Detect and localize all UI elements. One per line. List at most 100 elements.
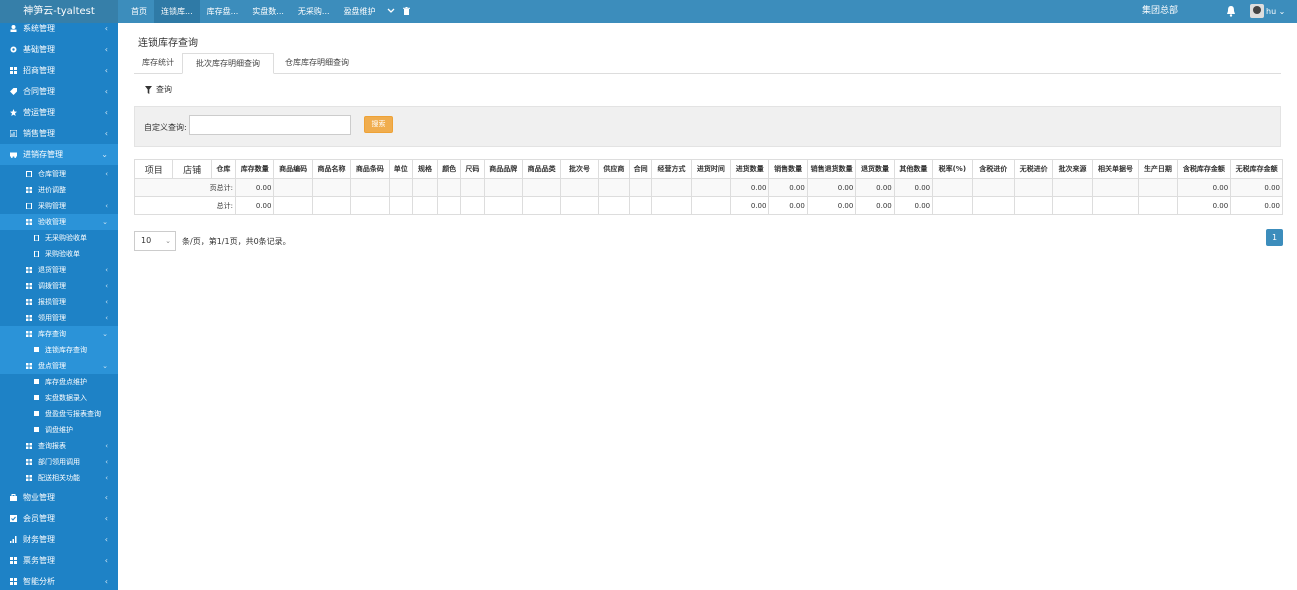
col-notax-stock-amt[interactable]: 无税库存金额	[1230, 159, 1283, 179]
top-tab-stock-count[interactable]: 库存盘...	[200, 0, 246, 23]
query-toggle[interactable]: 查询	[145, 84, 172, 95]
col-tax-price[interactable]: 含税进价	[971, 159, 1015, 179]
sidebar-leaf-surplus-report[interactable]: 盘盈盘亏报表查询	[0, 406, 118, 422]
sidebar-leaf-no-purchase-receipt[interactable]: 无采购验收单	[0, 230, 118, 246]
col-sku-code[interactable]: 商品编码	[273, 159, 313, 179]
chevron-down-icon[interactable]	[383, 7, 399, 16]
col-sale-return-qty[interactable]: 销售退货数量	[806, 159, 857, 179]
tab-warehouse-detail[interactable]: 仓库库存明细查询	[274, 53, 360, 74]
car-icon	[10, 151, 17, 158]
sidebar-item-contract[interactable]: 合同管理 ‹	[0, 81, 118, 102]
sidebar-sub-price-adjust[interactable]: 进价调整	[0, 182, 118, 198]
sidebar-leaf-actual-entry[interactable]: 实盘数据录入	[0, 390, 118, 406]
sidebar-item-sales[interactable]: 销售管理 ‹	[0, 123, 118, 144]
col-other-qty[interactable]: 其他数量	[893, 159, 934, 179]
col-prod-date[interactable]: 生产日期	[1138, 159, 1178, 179]
sidebar-item-basic[interactable]: 基础管理 ‹	[0, 39, 118, 60]
sidebar-sub-stocktake[interactable]: 盘点管理 ⌄	[0, 358, 118, 374]
chevron-left-icon: ‹	[105, 298, 108, 306]
cell-empty	[521, 178, 562, 197]
col-brand[interactable]: 商品品牌	[483, 159, 523, 179]
col-color[interactable]: 颜色	[437, 159, 462, 179]
col-tax-stock-amt[interactable]: 含税库存金额	[1176, 159, 1232, 179]
sidebar-sub-warehouse[interactable]: 仓库管理 ‹	[0, 166, 118, 182]
col-purchase-time[interactable]: 进货时间	[690, 159, 732, 179]
sidebar-leaf-label: 实盘数据录入	[45, 394, 87, 402]
custom-query-input[interactable]	[189, 115, 351, 135]
org-label[interactable]: 集团总部	[1142, 0, 1178, 23]
user-avatar[interactable]	[1250, 4, 1264, 18]
sidebar-sub-stock-query[interactable]: 库存查询 ⌄	[0, 326, 118, 342]
col-batch-no[interactable]: 批次号	[560, 159, 599, 179]
page-number-button[interactable]: 1	[1266, 229, 1283, 246]
col-sku-name[interactable]: 商品名称	[311, 159, 352, 179]
col-size[interactable]: 尺码	[460, 159, 485, 179]
cell-empty	[651, 196, 692, 215]
cell-purchase-qty: 0.00	[730, 196, 770, 215]
sidebar-item-analysis[interactable]: 智能分析 ‹	[0, 571, 118, 590]
sidebar-item-inventory[interactable]: 进销存管理 ⌄	[0, 144, 118, 165]
sidebar-sub-reports[interactable]: 查询报表 ‹	[0, 438, 118, 454]
sidebar-leaf-stocktake-maint[interactable]: 库存盘点维护	[0, 374, 118, 390]
sidebar-item-ticket[interactable]: 票务管理 ‹	[0, 550, 118, 571]
cell-empty	[1052, 178, 1093, 197]
col-stock-qty[interactable]: 库存数量	[235, 159, 275, 179]
col-batch-source[interactable]: 批次来源	[1052, 159, 1093, 179]
cell-empty	[1052, 196, 1093, 215]
trash-icon[interactable]	[399, 6, 414, 17]
sidebar-sub-acceptance[interactable]: 验收管理 ⌄	[0, 214, 118, 230]
col-supplier[interactable]: 供应商	[597, 159, 631, 179]
app-logo[interactable]: 神笋云-tyaltest	[0, 0, 118, 23]
page-size-select[interactable]: 10 ⌄	[134, 231, 176, 251]
col-return-qty[interactable]: 退货数量	[855, 159, 895, 179]
top-tab-chain-stock[interactable]: 连锁库...	[154, 0, 200, 23]
grid-icon	[26, 363, 32, 369]
search-button[interactable]: 搜索	[364, 116, 393, 133]
cell-return-qty: 0.00	[855, 196, 895, 215]
top-tab-no-purchase[interactable]: 无采购...	[291, 0, 337, 23]
col-tax-rate[interactable]: 税率(%)	[932, 159, 973, 179]
app-root: 神笋云-tyaltest 首页 连锁库... 库存盘... 实盘数... 无采购…	[0, 0, 1297, 590]
sidebar-sub-label: 领用管理	[38, 314, 66, 322]
sidebar-item-operation[interactable]: 营运管理 ‹	[0, 102, 118, 123]
col-category[interactable]: 商品品类	[521, 159, 562, 179]
sidebar-item-system[interactable]: 系统管理 ‹	[0, 23, 118, 39]
col-spec[interactable]: 规格	[411, 159, 439, 179]
top-tab-surplus[interactable]: 盈盘维护	[337, 0, 383, 23]
sidebar-leaf-chain-stock-query[interactable]: 连锁库存查询	[0, 342, 118, 358]
col-item[interactable]: 项目	[133, 159, 174, 179]
col-purchase-qty[interactable]: 进货数量	[730, 159, 770, 179]
col-notax-price[interactable]: 无税进价	[1013, 159, 1054, 179]
col-sale-qty[interactable]: 销售数量	[768, 159, 808, 179]
chevron-left-icon: ‹	[104, 87, 108, 96]
sidebar-leaf-purchase-receipt[interactable]: 采购验收单	[0, 246, 118, 262]
top-tab-home[interactable]: 首页	[124, 0, 154, 23]
sidebar-item-investment[interactable]: 招商管理 ‹	[0, 60, 118, 81]
bell-icon[interactable]	[1226, 5, 1236, 17]
col-warehouse[interactable]: 仓库	[210, 159, 237, 179]
tab-stock-stats[interactable]: 库存统计	[134, 53, 182, 74]
sidebar-item-finance[interactable]: 财务管理 ‹	[0, 529, 118, 550]
sidebar-leaf-adjust-maint[interactable]: 调盘维护	[0, 422, 118, 438]
sidebar-item-member[interactable]: 会员管理 ‹	[0, 508, 118, 529]
top-tab-actual-count[interactable]: 实盘数...	[245, 0, 291, 23]
col-contract[interactable]: 合同	[629, 159, 653, 179]
sidebar-sub-dept-requisition[interactable]: 部门领用调用 ‹	[0, 454, 118, 470]
sidebar-sub-label: 查询报表	[38, 442, 66, 450]
col-business-mode[interactable]: 经营方式	[651, 159, 692, 179]
sidebar-sub-requisition[interactable]: 领用管理 ‹	[0, 310, 118, 326]
sidebar-item-property[interactable]: 物业管理 ‹	[0, 487, 118, 508]
sidebar-sub-return[interactable]: 退货管理 ‹	[0, 262, 118, 278]
col-unit[interactable]: 单位	[388, 159, 413, 179]
user-name[interactable]: hu ⌄	[1266, 0, 1285, 23]
sidebar-sub-transfer[interactable]: 调拨管理 ‹	[0, 278, 118, 294]
sidebar-sub-purchase[interactable]: 采购管理 ‹	[0, 198, 118, 214]
col-related-doc[interactable]: 相关单据号	[1091, 159, 1140, 179]
tab-batch-detail[interactable]: 批次库存明细查询	[182, 53, 274, 74]
grid-icon	[26, 331, 32, 337]
col-store[interactable]: 店铺	[172, 159, 212, 179]
sidebar-item-label: 基础管理	[23, 45, 55, 54]
col-barcode[interactable]: 商品条码	[350, 159, 390, 179]
sidebar-sub-delivery[interactable]: 配送相关功能 ‹	[0, 470, 118, 486]
sidebar-sub-damage[interactable]: 报损管理 ‹	[0, 294, 118, 310]
